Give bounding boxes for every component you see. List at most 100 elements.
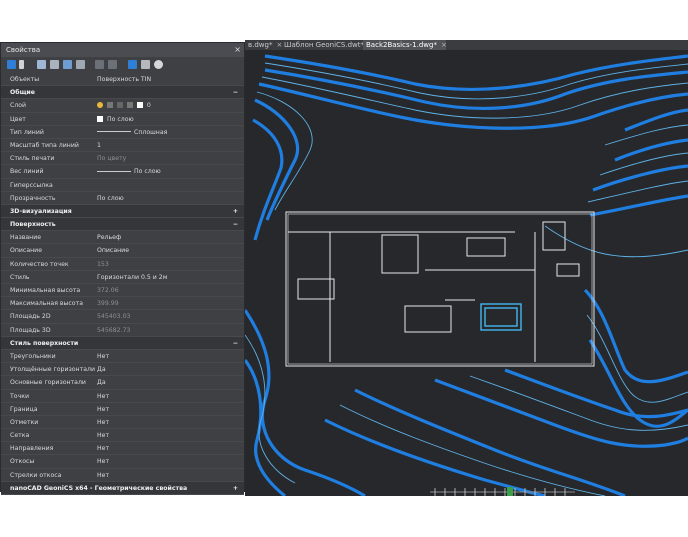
property-value[interactable]: Да [97,376,242,389]
property-row[interactable]: Название Рельеф [1,231,244,245]
property-label: Площадь 3D [10,326,51,334]
drawing-canvas[interactable] [245,50,688,496]
color-swatch-icon [136,102,143,109]
property-value[interactable]: Да [97,363,242,376]
transfer-icon[interactable] [95,60,104,69]
property-value[interactable]: Нет [97,390,242,403]
collapse-icon[interactable]: − [233,86,238,99]
property-row-transparency[interactable]: Прозрачность По слою [1,192,244,205]
drawing-svg[interactable] [245,50,688,496]
property-row-color[interactable]: Цвет По слою [1,113,244,126]
property-row[interactable]: Откосы Нет [1,455,244,469]
major-contours [245,54,688,496]
property-row-linetype-scale[interactable]: Масштаб типа линий 1 [1,139,244,153]
property-row-lineweight[interactable]: Вес линий По слою [1,165,244,179]
property-value[interactable]: Нет [97,403,242,416]
property-value: 153 [97,260,109,268]
property-row-plotstyle[interactable]: Стиль печати По цвету [1,152,244,166]
property-row[interactable]: Площадь 3D 545682.73 [1,324,244,337]
property-value[interactable]: 1 [97,139,242,152]
pointer-icon[interactable] [19,60,24,69]
property-value[interactable]: Рельеф [97,231,242,244]
selected-building[interactable] [480,303,522,331]
property-label: Утолщённые горизонтали [10,366,95,374]
line-sample [97,131,131,133]
property-row[interactable]: Точки Нет [1,390,244,403]
property-value[interactable]: Нет [97,350,242,363]
property-label: Отметки [10,418,39,426]
panel-title-bar[interactable]: Свойства × [1,43,244,57]
toggle-pickadd-icon[interactable] [128,60,137,69]
property-label: Количество точек [10,260,69,268]
expand-icon[interactable]: + [233,482,238,495]
property-value[interactable]: По слою [97,165,242,178]
property-value[interactable]: Нет [97,469,242,482]
property-row[interactable]: Количество точек 153 [1,258,244,271]
printer-icon [126,102,133,109]
collapse-icon[interactable]: − [233,218,238,231]
property-value[interactable]: Нет [97,442,242,455]
property-row-hyperlink[interactable]: Гиперссылка [1,179,244,192]
section-title: Стиль поверхности [10,339,79,347]
property-row[interactable]: Граница Нет [1,403,244,416]
property-value: 399.99 [97,300,119,308]
sort-icon[interactable] [63,60,72,69]
properties-toolbar [1,58,244,72]
property-row[interactable]: Максимальная высота 399.99 [1,297,244,311]
property-value-layer[interactable]: 0 [97,99,242,112]
property-row[interactable]: Минимальная высота 372.06 [1,284,244,298]
close-icon[interactable]: × [234,43,241,57]
building [466,237,506,257]
property-row[interactable]: Площадь 2D 545403.03 [1,310,244,324]
property-value[interactable]: Нет [97,429,242,442]
property-row[interactable]: Описание Описание [1,244,244,258]
property-value[interactable]: Описание [97,244,242,257]
help-icon[interactable] [154,60,163,69]
property-value[interactable]: Поверхность TIN [97,73,242,86]
property-row[interactable]: Треугольники Нет [1,350,244,364]
property-label: Максимальная высота [10,300,83,308]
grid-icon[interactable] [50,60,59,69]
property-row-layer[interactable]: Слой 0 [1,99,244,113]
property-value: 545403.03 [97,313,131,321]
property-label: Прозрачность [10,194,56,202]
filter-icon[interactable] [37,60,46,69]
property-value[interactable]: По цвету [97,152,242,165]
object-row[interactable]: Объекты Поверхность TIN [1,73,244,87]
property-row-linetype[interactable]: Тип линий Сплошная [1,126,244,139]
property-value[interactable]: Нет [97,416,242,429]
building [556,263,580,277]
property-value[interactable]: По слою [97,192,242,205]
collapse-icon[interactable]: − [233,337,238,350]
site-plan [285,211,595,367]
expand-icon[interactable]: + [233,205,238,218]
property-value[interactable]: По слою [97,113,242,126]
property-row[interactable]: Стиль Горизонтали 0.5 и 2м [1,271,244,284]
property-row[interactable]: Утолщённые горизонтали Да [1,363,244,377]
property-value[interactable]: Горизонтали 0.5 и 2м [97,271,242,284]
property-value[interactable]: Сплошная [97,126,242,139]
property-row[interactable]: Направления Нет [1,442,244,456]
quick-select-icon[interactable] [141,60,150,69]
section-surface-style[interactable]: Стиль поверхности − [1,336,244,350]
property-row[interactable]: Сетка Нет [1,429,244,443]
funnel-icon[interactable] [76,60,85,69]
property-row[interactable]: Основные горизонтали Да [1,376,244,390]
match-icon[interactable] [108,60,117,69]
property-label: Направления [10,445,54,453]
property-label: Вес линий [10,168,44,176]
section-title: 3D-визуализация [10,207,72,215]
section-general[interactable]: Общие − [1,86,244,100]
property-grid: Объекты Поверхность TIN Общие − Слой 0 Ц… [1,73,244,495]
property-value[interactable]: Нет [97,455,242,468]
property-row[interactable]: Отметки Нет [1,416,244,430]
section-3d-visualization[interactable]: 3D-визуализация + [1,204,244,219]
section-geometric-properties[interactable]: nanoCAD GeoniCS x64 - Геометрические сво… [1,481,244,495]
sun-icon [106,102,113,109]
view-cube-bar[interactable] [430,487,575,496]
section-surface[interactable]: Поверхность − [1,218,244,232]
property-label: Стиль [10,273,30,281]
property-row[interactable]: Стрелки откоса Нет [1,469,244,482]
tab-close-icon[interactable]: × [441,41,447,49]
select-objects-icon[interactable] [7,60,16,69]
